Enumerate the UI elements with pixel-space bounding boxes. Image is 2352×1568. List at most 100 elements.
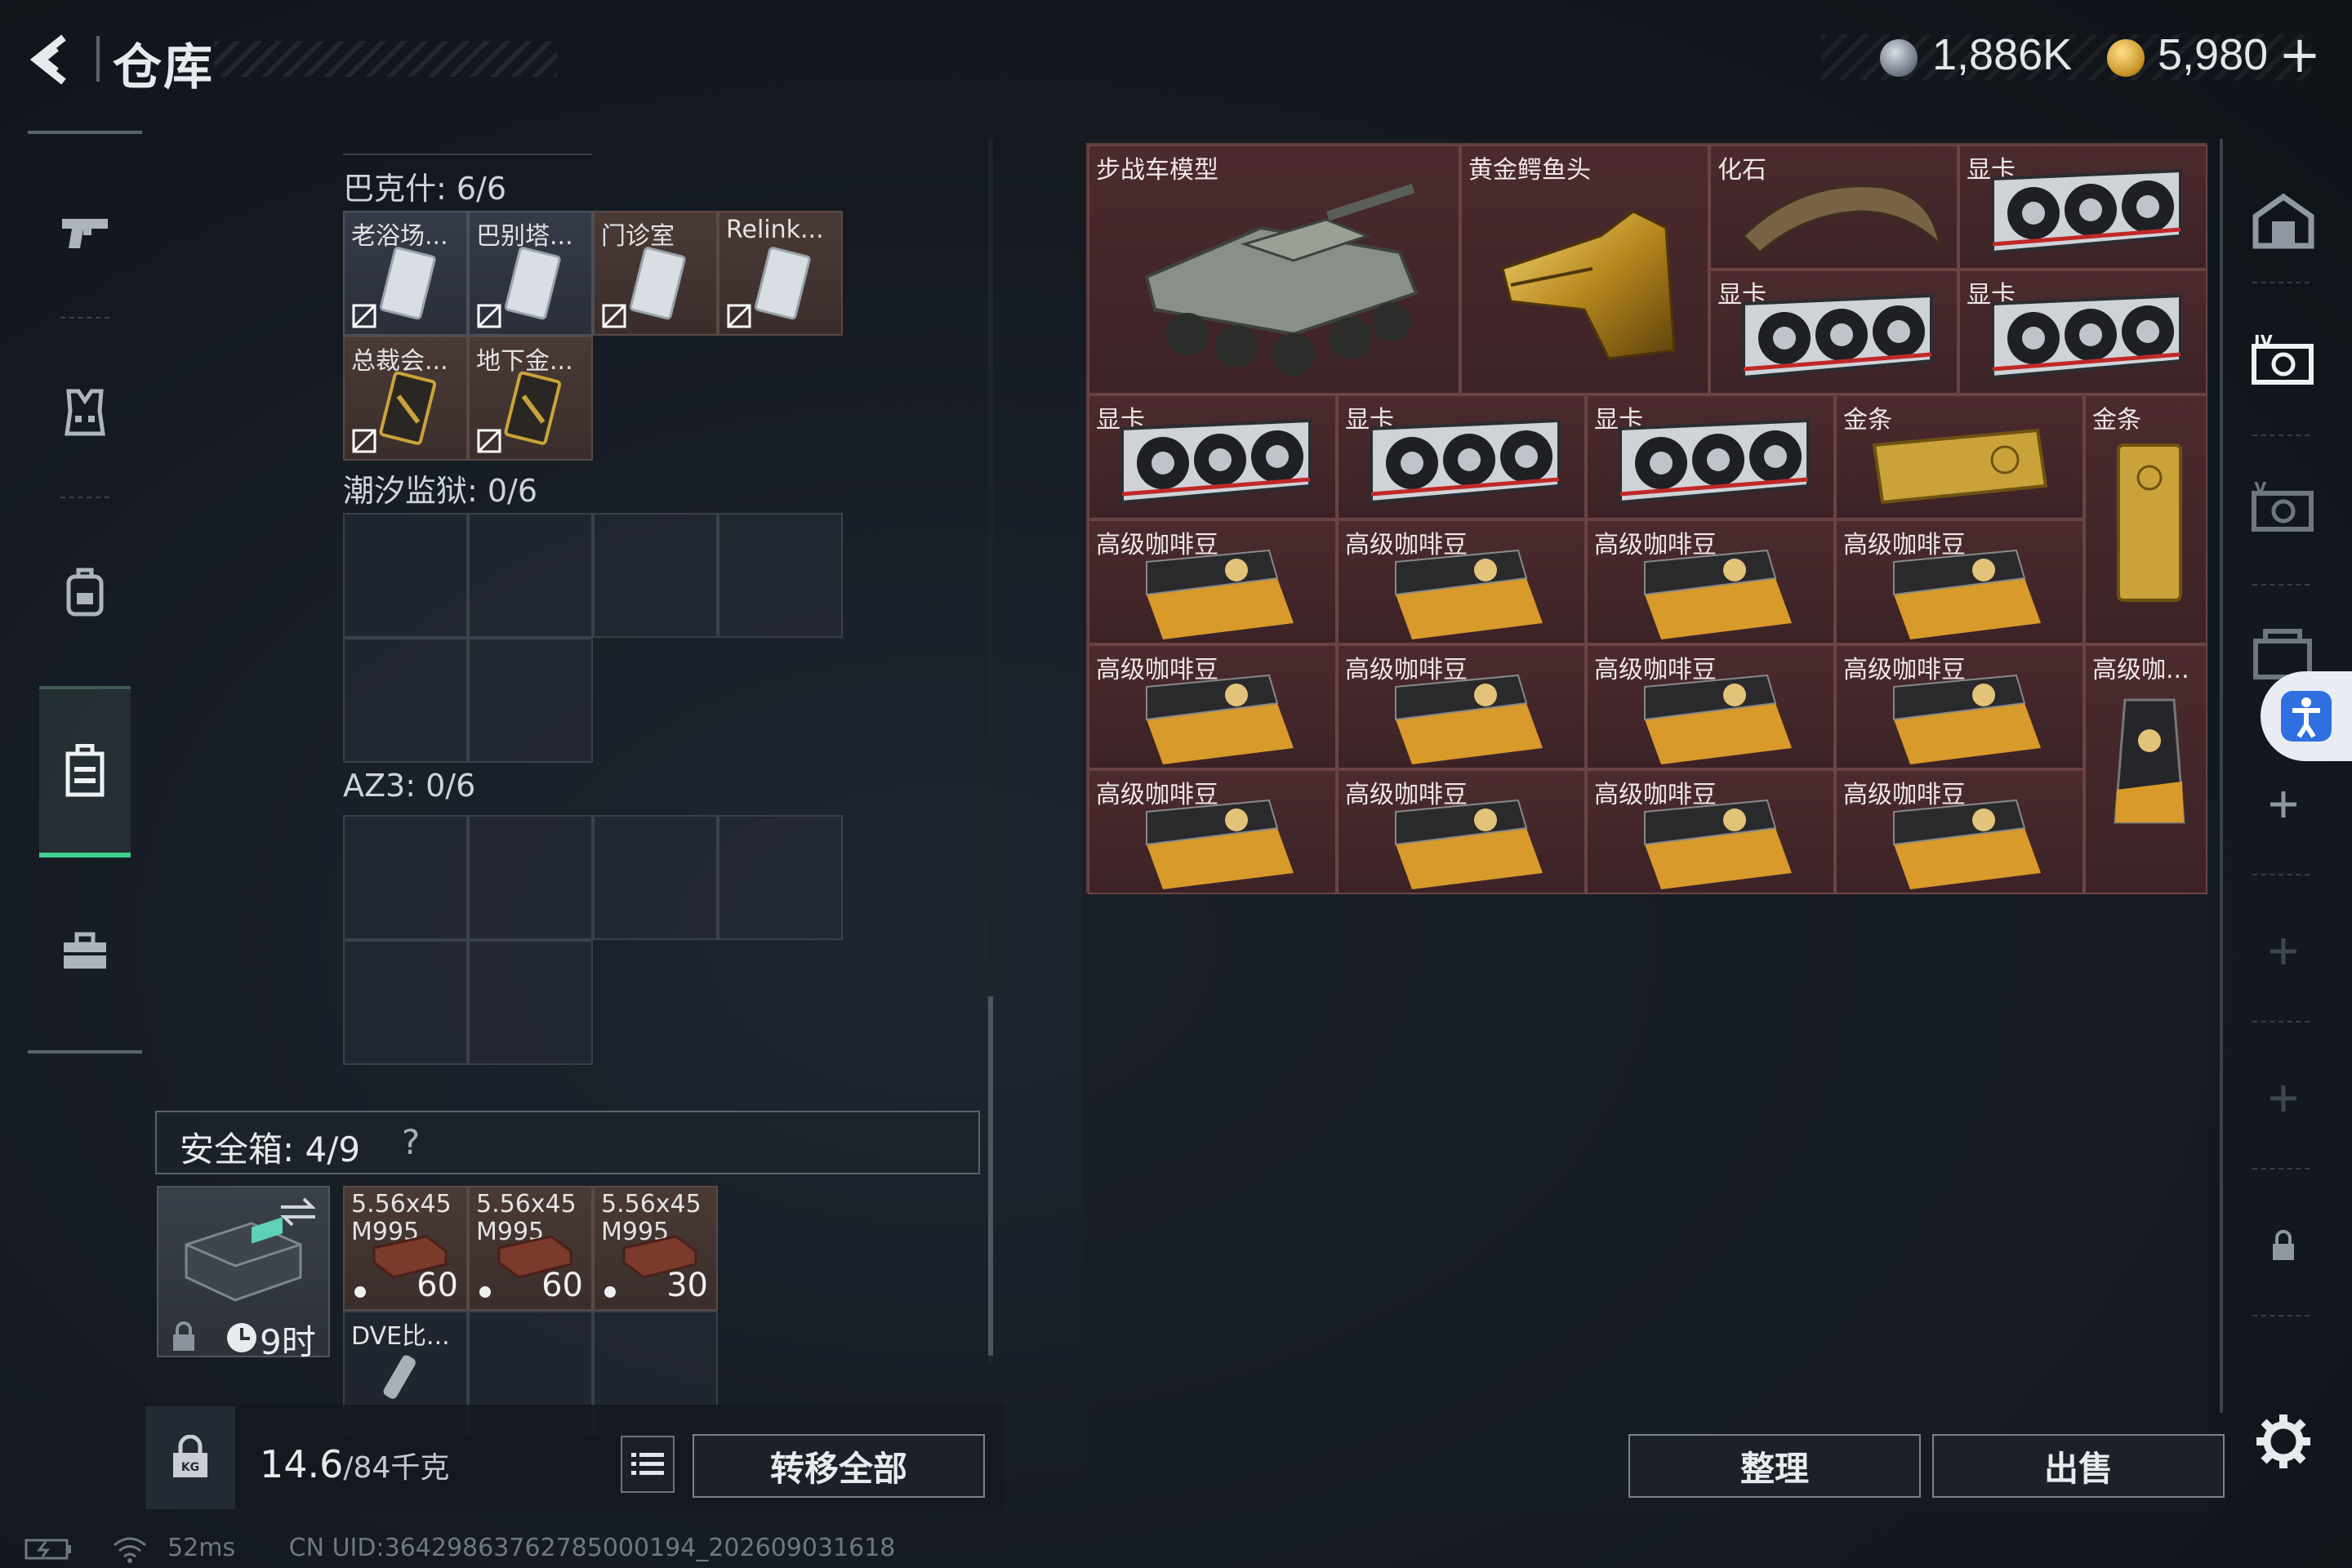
- bound-mark-icon: [477, 304, 501, 328]
- coffee-box-icon: [1395, 799, 1543, 889]
- stash-item[interactable]: 高级咖啡豆: [1088, 644, 1337, 769]
- coffee-box-icon: [1893, 799, 2041, 889]
- ammo-count: 60: [416, 1267, 458, 1304]
- nav-item-armor[interactable]: [39, 347, 131, 478]
- sort-button[interactable]: 整理: [1628, 1434, 1921, 1498]
- stash-item[interactable]: 化石: [1709, 145, 1958, 270]
- coffee-box-icon: [1395, 674, 1543, 764]
- stash-item[interactable]: 高级咖啡豆: [1088, 519, 1337, 644]
- stash-tab-4[interactable]: IV: [2243, 323, 2324, 404]
- weight-lock-button[interactable]: KG: [145, 1406, 235, 1509]
- wifi-icon: [113, 1537, 146, 1563]
- settings-button[interactable]: [2243, 1401, 2324, 1482]
- key-slot[interactable]: 总裁会...: [343, 336, 468, 461]
- stash-item[interactable]: 显卡: [1088, 394, 1337, 519]
- empty-key-slot[interactable]: [343, 638, 468, 763]
- key-slot[interactable]: 地下金...: [468, 336, 593, 461]
- svg-text:KG: KG: [181, 1461, 199, 1474]
- lock-icon: [173, 1321, 194, 1351]
- stash-item[interactable]: 高级咖啡豆: [1586, 769, 1835, 894]
- accessibility-button[interactable]: [2261, 671, 2352, 761]
- stash-item[interactable]: 显卡: [1709, 270, 1958, 394]
- gpu-icon: [1619, 418, 1810, 505]
- stash-item[interactable]: 金条: [2084, 394, 2207, 644]
- stash-item[interactable]: 金条: [1835, 394, 2084, 519]
- briefcase-icon: [64, 932, 106, 969]
- scrollbar-thumb[interactable]: [988, 996, 993, 1356]
- stash-item[interactable]: 步战车模型: [1088, 145, 1460, 394]
- key-slot[interactable]: 巴别塔...: [468, 211, 593, 336]
- nav-item-backpack[interactable]: [39, 527, 131, 657]
- weight-lock-icon: KG: [173, 1435, 207, 1477]
- empty-key-slot[interactable]: [343, 815, 468, 940]
- sell-button[interactable]: 出售: [1932, 1434, 2225, 1498]
- stash-item[interactable]: 高级咖...: [2084, 644, 2207, 894]
- nav-item-weapon[interactable]: [39, 167, 131, 298]
- stash-item[interactable]: 高级咖啡豆: [1337, 519, 1586, 644]
- stash-item[interactable]: 显卡: [1586, 394, 1835, 519]
- add-stash-tab-button[interactable]: [2243, 911, 2324, 992]
- clock-icon: [227, 1323, 256, 1352]
- empty-key-slot[interactable]: [468, 815, 593, 940]
- empty-key-slot[interactable]: [718, 815, 843, 940]
- transfer-all-button[interactable]: 转移全部: [693, 1434, 985, 1498]
- stash-item[interactable]: 显卡: [1337, 394, 1586, 519]
- key-slot[interactable]: 老浴场...: [343, 211, 468, 336]
- key-slot[interactable]: Relink...: [718, 211, 843, 336]
- list-view-button[interactable]: [621, 1436, 675, 1493]
- lock-icon: [2273, 1230, 2294, 1260]
- stash-item[interactable]: 高级咖啡豆: [1835, 644, 2084, 769]
- gold-croc-head-icon: [1501, 210, 1676, 360]
- stash-item[interactable]: 高级咖啡豆: [1337, 644, 1586, 769]
- back-button[interactable]: [24, 31, 82, 88]
- ammo-slot[interactable]: 5.56x45 M995 60: [343, 1186, 468, 1311]
- swap-icon[interactable]: [278, 1196, 318, 1228]
- empty-key-slot[interactable]: [593, 513, 718, 638]
- item-label: 高级咖...: [2092, 656, 2189, 684]
- ammo-dot: [479, 1286, 491, 1298]
- stash-item[interactable]: 显卡: [1958, 270, 2207, 394]
- stash-item[interactable]: 高级咖啡豆: [1586, 519, 1835, 644]
- key-slot[interactable]: 门诊室: [593, 211, 718, 336]
- gold-bar-icon: [2117, 443, 2182, 602]
- add-stash-tab-button[interactable]: [2243, 1058, 2324, 1139]
- stash-tab-5[interactable]: V: [2243, 470, 2324, 551]
- ifv-model-icon: [1144, 184, 1419, 376]
- stash-page-v-icon: V: [2252, 482, 2314, 532]
- empty-key-slot[interactable]: [343, 940, 468, 1065]
- locked-stash-tab[interactable]: [2243, 1205, 2324, 1286]
- safebox-help-button[interactable]: ?: [402, 1122, 420, 1162]
- stash-item[interactable]: 高级咖啡豆: [1337, 769, 1586, 894]
- nav-top-edge: [28, 131, 142, 134]
- plus-icon: [2270, 791, 2296, 817]
- safebox-item[interactable]: 9时: [157, 1186, 330, 1362]
- nav-item-container[interactable]: [39, 686, 131, 858]
- silver-coin-icon: [1880, 39, 1918, 77]
- stash-item[interactable]: 高级咖啡豆: [1088, 769, 1337, 894]
- prev-section-edge: [343, 139, 592, 155]
- stash-tab-home[interactable]: [2243, 180, 2324, 261]
- empty-key-slot[interactable]: [593, 815, 718, 940]
- stash-item[interactable]: 高级咖啡豆: [1586, 644, 1835, 769]
- bound-mark-icon: [727, 304, 751, 328]
- ammo-slot[interactable]: 5.56x45 M995 30: [593, 1186, 718, 1311]
- stash-item[interactable]: 显卡: [1958, 145, 2207, 270]
- empty-key-slot[interactable]: [468, 940, 593, 1065]
- nav-item-toolbox[interactable]: [39, 886, 131, 1017]
- empty-key-slot[interactable]: [468, 513, 593, 638]
- stash-item[interactable]: 高级咖啡豆: [1835, 769, 2084, 894]
- stash-item[interactable]: 高级咖啡豆: [1835, 519, 2084, 644]
- empty-key-slot[interactable]: [343, 513, 468, 638]
- fossil-claw-icon: [1741, 185, 1942, 255]
- bound-mark-icon: [602, 304, 626, 328]
- empty-key-slot[interactable]: [468, 638, 593, 763]
- stash-item[interactable]: 黄金鳄鱼头: [1460, 145, 1709, 394]
- safebox-timer: 9时: [260, 1322, 316, 1362]
- key-card-icon: [379, 247, 436, 320]
- add-currency-button[interactable]: +: [2278, 24, 2321, 84]
- gpu-icon: [1991, 168, 2182, 255]
- ammo-slot[interactable]: 5.56x45 M995 60: [468, 1186, 593, 1311]
- gpu-icon: [1742, 293, 1933, 380]
- add-stash-tab-button[interactable]: [2243, 764, 2324, 845]
- empty-key-slot[interactable]: [718, 513, 843, 638]
